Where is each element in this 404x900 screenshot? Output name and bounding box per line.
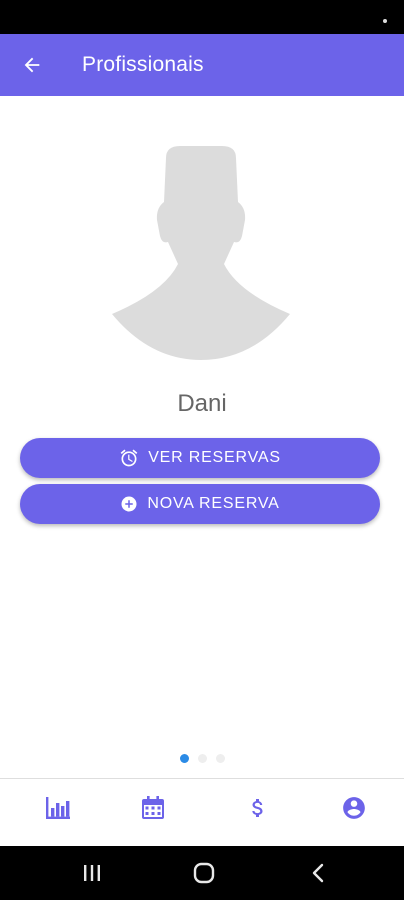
back-button[interactable] <box>14 47 50 83</box>
new-booking-button[interactable]: NOVA RESERVA <box>20 484 380 524</box>
add-circle-icon <box>120 495 138 513</box>
system-back-button[interactable] <box>304 860 332 886</box>
profile-name: Dani <box>177 390 227 417</box>
page-indicator <box>0 754 404 763</box>
nav-item-account[interactable] <box>339 793 369 823</box>
nav-item-calendar[interactable] <box>138 793 168 823</box>
page-dot[interactable] <box>215 754 225 763</box>
nav-item-stats[interactable] <box>43 793 73 823</box>
recent-apps-icon <box>84 865 100 881</box>
back-icon <box>312 863 324 883</box>
avatar-silhouette-icon <box>112 146 290 360</box>
profile-content: Dani VER RESERVAS NOVA RESERVA <box>0 96 404 778</box>
app-bar: Profissionais <box>0 34 404 96</box>
account-circle-icon <box>343 797 365 819</box>
dollar-icon <box>252 799 263 817</box>
bar-chart-icon <box>46 797 70 819</box>
bottom-navigation <box>0 778 404 846</box>
page-dot-active[interactable] <box>179 754 189 763</box>
status-indicator-dot <box>383 19 387 23</box>
status-bar <box>0 0 404 34</box>
arrow-left-icon <box>24 57 40 73</box>
nav-item-payments[interactable] <box>243 793 273 823</box>
home-button[interactable] <box>190 860 218 886</box>
calendar-icon <box>142 796 164 819</box>
home-icon <box>193 862 215 884</box>
alarm-clock-icon <box>119 448 139 468</box>
view-bookings-button[interactable]: VER RESERVAS <box>20 438 380 478</box>
recent-apps-button[interactable] <box>78 860 106 886</box>
page-title: Profissionais <box>82 53 204 76</box>
view-bookings-label: VER RESERVAS <box>148 449 281 466</box>
new-booking-label: NOVA RESERVA <box>147 495 280 512</box>
page-dot[interactable] <box>197 754 207 763</box>
system-navigation-bar <box>0 846 404 900</box>
